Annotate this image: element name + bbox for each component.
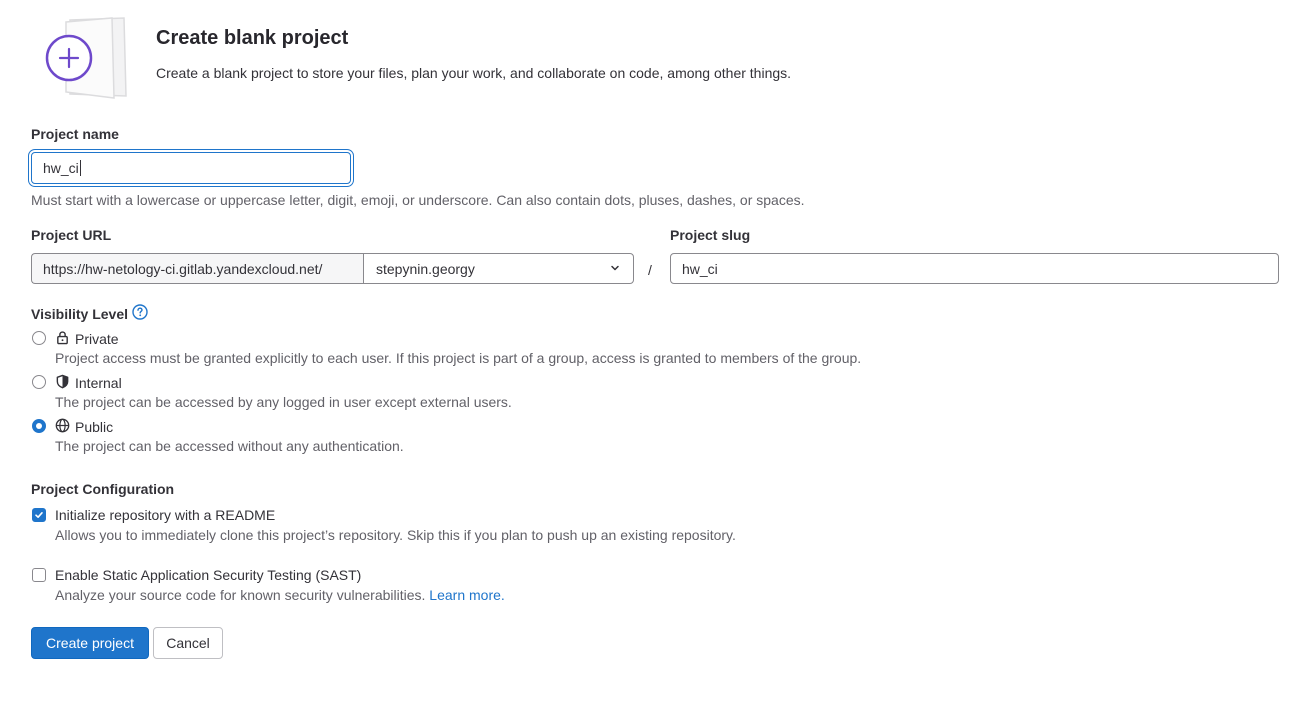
configuration-label: Project Configuration xyxy=(31,481,175,497)
sast-description: Analyze your source code for known secur… xyxy=(55,587,426,603)
visibility-heading: Visibility Level xyxy=(31,304,148,323)
lock-icon xyxy=(55,330,70,348)
check-icon xyxy=(35,511,43,518)
question-icon[interactable] xyxy=(132,304,148,323)
chevron-down-icon xyxy=(609,261,621,277)
blank-project-illustration xyxy=(40,16,132,100)
project-name-value: hw_ci xyxy=(43,160,79,176)
visibility-radio-internal[interactable] xyxy=(32,375,46,389)
namespace-value: stepynin.georgy xyxy=(376,260,475,277)
visibility-public-description: The project can be accessed without any … xyxy=(55,438,404,454)
cancel-button[interactable]: Cancel xyxy=(153,627,223,659)
visibility-label: Visibility Level xyxy=(31,305,129,322)
page-title: Create blank project xyxy=(156,27,349,49)
shield-icon xyxy=(55,374,70,392)
globe-icon xyxy=(55,418,70,436)
namespace-select[interactable]: stepynin.georgy xyxy=(363,253,634,284)
url-separator: / xyxy=(648,262,652,278)
create-project-button[interactable]: Create project xyxy=(31,627,149,659)
learn-more-link[interactable]: Learn more. xyxy=(429,587,504,603)
project-name-help: Must start with a lowercase or uppercase… xyxy=(31,192,805,208)
text-cursor xyxy=(79,160,81,176)
visibility-radio-private[interactable] xyxy=(32,331,46,345)
visibility-radio-public[interactable] xyxy=(32,419,46,433)
project-slug-value: hw_ci xyxy=(682,260,718,277)
visibility-private-label: Private xyxy=(75,331,119,347)
visibility-option-public[interactable]: Public xyxy=(55,418,113,436)
readme-description: Allows you to immediately clone this pro… xyxy=(55,527,736,543)
project-url-prefix: https://hw-netology-ci.gitlab.yandexclou… xyxy=(31,253,363,284)
readme-label[interactable]: Initialize repository with a README xyxy=(55,507,275,523)
project-slug-input[interactable]: hw_ci xyxy=(670,253,1279,284)
project-url-prefix-text: https://hw-netology-ci.gitlab.yandexclou… xyxy=(43,260,323,277)
project-url-label: Project URL xyxy=(31,227,112,243)
visibility-internal-label: Internal xyxy=(75,375,122,391)
sast-description-row: Analyze your source code for known secur… xyxy=(55,587,505,603)
visibility-public-label: Public xyxy=(75,419,114,435)
project-name-input[interactable]: hw_ci xyxy=(31,152,351,184)
project-slug-label: Project slug xyxy=(670,227,751,243)
page-subtitle: Create a blank project to store your fil… xyxy=(156,65,792,81)
visibility-option-private[interactable]: Private xyxy=(55,330,119,348)
sast-label[interactable]: Enable Static Application Security Testi… xyxy=(55,567,361,583)
readme-checkbox[interactable] xyxy=(32,508,46,522)
visibility-internal-description: The project can be accessed by any logge… xyxy=(55,394,512,410)
visibility-option-internal[interactable]: Internal xyxy=(55,374,122,392)
visibility-private-description: Project access must be granted explicitl… xyxy=(55,350,862,366)
project-name-label: Project name xyxy=(31,126,119,142)
sast-checkbox[interactable] xyxy=(32,568,46,582)
